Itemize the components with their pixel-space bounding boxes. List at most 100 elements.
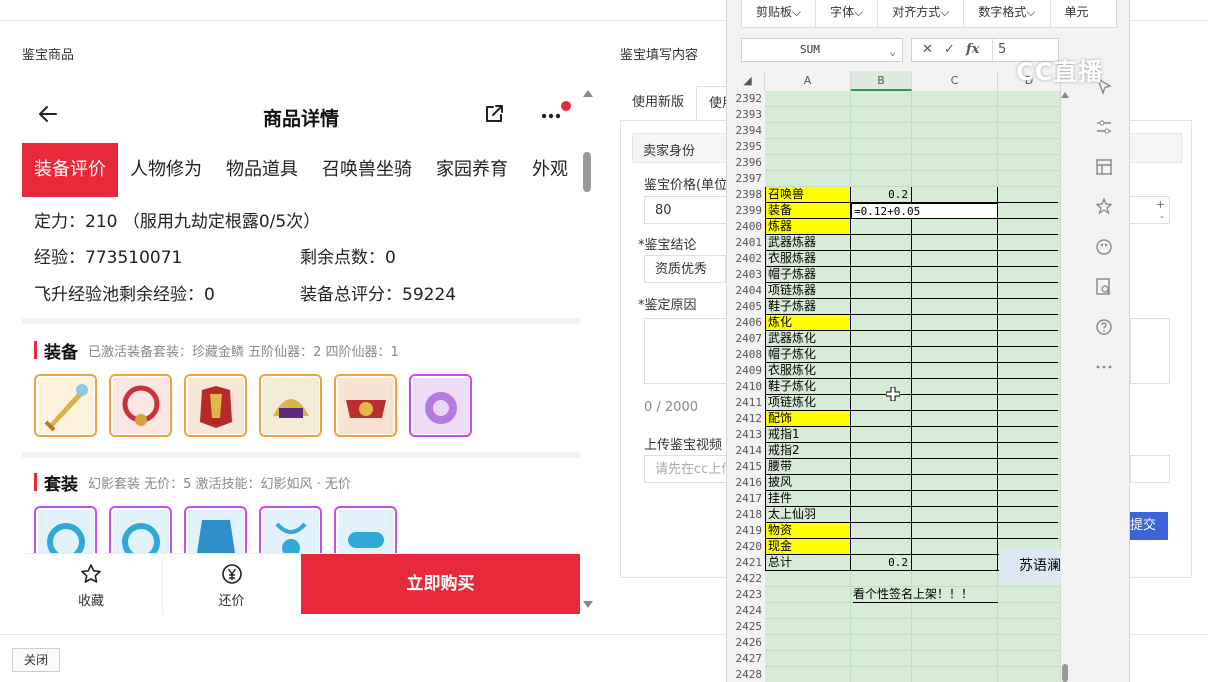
- cell-c[interactable]: [912, 347, 998, 363]
- cell-b[interactable]: [851, 171, 912, 187]
- col-header-c[interactable]: C: [912, 71, 998, 91]
- cell-c[interactable]: [912, 267, 998, 283]
- cell-d[interactable]: [998, 635, 1058, 651]
- cell-d[interactable]: [998, 171, 1058, 187]
- video-input[interactable]: 请先在cc上传: [644, 455, 734, 483]
- search-doc-icon[interactable]: [1093, 276, 1115, 298]
- row-number[interactable]: 2417: [731, 491, 765, 507]
- row-number[interactable]: 2418: [731, 507, 765, 523]
- cell-b[interactable]: [851, 123, 912, 139]
- cell-c[interactable]: [912, 555, 998, 571]
- cell-a[interactable]: [765, 635, 851, 651]
- cell-c[interactable]: [912, 187, 998, 203]
- cell-a[interactable]: 披风: [765, 475, 851, 491]
- cell-a[interactable]: [765, 651, 851, 667]
- cell-c[interactable]: [912, 603, 998, 619]
- cell-d[interactable]: [998, 315, 1058, 331]
- cell-d[interactable]: [998, 107, 1058, 123]
- cell-c[interactable]: [912, 331, 998, 347]
- cell-d[interactable]: [998, 283, 1058, 299]
- col-header-a[interactable]: A: [765, 71, 851, 91]
- cell-c[interactable]: [912, 235, 998, 251]
- price-stepper[interactable]: + -: [1126, 196, 1170, 224]
- cell-a[interactable]: 衣服炼器: [765, 251, 851, 267]
- buy-now-button[interactable]: 立即购买: [301, 554, 580, 614]
- scroll-up-icon[interactable]: [583, 90, 593, 97]
- help-icon[interactable]: [1093, 316, 1115, 338]
- star-magic-icon[interactable]: [1093, 196, 1115, 218]
- chevron-down-icon[interactable]: ⌄: [889, 41, 896, 63]
- cell-d[interactable]: [998, 155, 1058, 171]
- cell-c[interactable]: [912, 411, 998, 427]
- row-number[interactable]: 2428: [731, 667, 765, 682]
- cell-d[interactable]: [998, 667, 1058, 682]
- row-number[interactable]: 2414: [731, 443, 765, 459]
- row-number[interactable]: 2406: [731, 315, 765, 331]
- cell-c[interactable]: [912, 363, 998, 379]
- row-number[interactable]: 2402: [731, 251, 765, 267]
- cell-a[interactable]: [765, 91, 851, 107]
- cell-b[interactable]: [851, 395, 912, 411]
- cell-d[interactable]: [998, 459, 1058, 475]
- cell-a[interactable]: [765, 107, 851, 123]
- cell-b[interactable]: [851, 267, 912, 283]
- cell-c[interactable]: [912, 155, 998, 171]
- scroll-up-icon[interactable]: [1061, 92, 1069, 98]
- cell-b[interactable]: [851, 315, 912, 331]
- cell-a[interactable]: 召唤兽: [765, 187, 851, 203]
- row-number[interactable]: 2421: [731, 555, 765, 571]
- cell-d[interactable]: [998, 603, 1058, 619]
- cell-c[interactable]: [912, 395, 998, 411]
- cell-b-note[interactable]: 看个性签名上架！！！: [853, 587, 998, 603]
- cell-d[interactable]: [998, 187, 1058, 203]
- cell-c[interactable]: [912, 299, 998, 315]
- cell-b[interactable]: [851, 379, 912, 395]
- tab-equip-eval[interactable]: 装备评价: [22, 143, 118, 197]
- cell-d[interactable]: [998, 411, 1058, 427]
- cell-d[interactable]: [998, 379, 1058, 395]
- cell-b[interactable]: [851, 219, 912, 235]
- cell-c[interactable]: [912, 139, 998, 155]
- row-number[interactable]: 2413: [731, 427, 765, 443]
- equip-armor-icon[interactable]: [184, 374, 247, 437]
- cell-b[interactable]: [851, 251, 912, 267]
- cell-b[interactable]: [851, 91, 912, 107]
- cell-d[interactable]: [998, 331, 1058, 347]
- cell-b[interactable]: [851, 507, 912, 523]
- row-number[interactable]: 2410: [731, 379, 765, 395]
- ribbon-clipboard[interactable]: 剪贴板⌵: [742, 0, 817, 27]
- cell-a[interactable]: 腰带: [765, 459, 851, 475]
- row-number[interactable]: 2399: [731, 203, 765, 219]
- cell-d[interactable]: [998, 587, 1058, 603]
- cell-a[interactable]: 总计: [765, 555, 851, 571]
- cell-c[interactable]: [912, 379, 998, 395]
- cell-a[interactable]: [765, 139, 851, 155]
- row-number[interactable]: 2395: [731, 139, 765, 155]
- tab-appearance[interactable]: 外观: [520, 143, 580, 197]
- cell-a[interactable]: 帽子炼化: [765, 347, 851, 363]
- cell-b[interactable]: 0.2: [851, 555, 912, 571]
- confirm-icon[interactable]: ✓: [944, 39, 955, 61]
- row-number[interactable]: 2400: [731, 219, 765, 235]
- cell-c[interactable]: [912, 219, 998, 235]
- cell-a[interactable]: 装备: [765, 203, 851, 219]
- cell-b[interactable]: [851, 619, 912, 635]
- cell-a[interactable]: 物资: [765, 523, 851, 539]
- cell-a[interactable]: 项链炼化: [765, 395, 851, 411]
- cell-a[interactable]: 武器炼器: [765, 235, 851, 251]
- cell-b[interactable]: [851, 107, 912, 123]
- table-icon[interactable]: [1093, 156, 1115, 178]
- cell-c[interactable]: [912, 539, 998, 555]
- cell-d[interactable]: [998, 427, 1058, 443]
- sheet-vertical-scrollbar[interactable]: [1061, 92, 1069, 682]
- cell-c[interactable]: [912, 427, 998, 443]
- cell-a[interactable]: 武器炼化: [765, 331, 851, 347]
- cell-c[interactable]: [912, 667, 998, 682]
- cell-d[interactable]: [998, 139, 1058, 155]
- cell-b[interactable]: [851, 235, 912, 251]
- col-header-b[interactable]: B: [851, 71, 912, 91]
- ribbon-align[interactable]: 对齐方式⌵: [878, 0, 965, 27]
- cell-d[interactable]: [998, 443, 1058, 459]
- row-number[interactable]: 2419: [731, 523, 765, 539]
- left-scrollbar[interactable]: [582, 86, 594, 614]
